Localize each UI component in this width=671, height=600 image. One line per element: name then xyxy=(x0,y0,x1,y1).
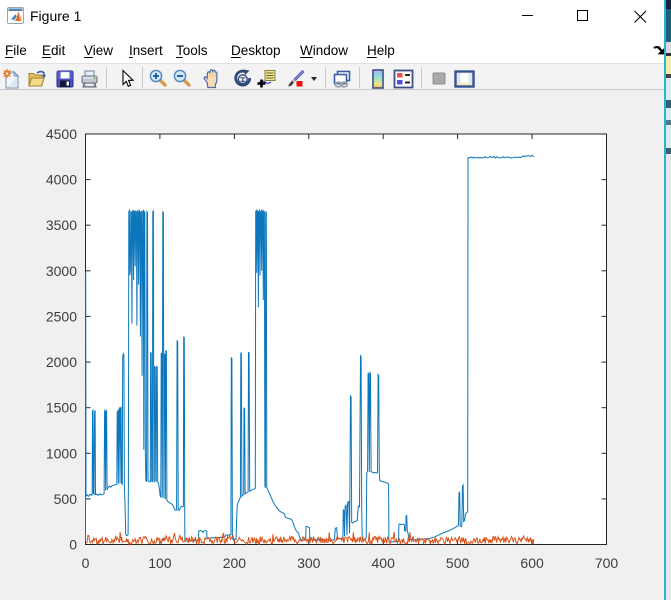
svg-text:4500: 4500 xyxy=(46,126,77,142)
svg-text:700: 700 xyxy=(595,555,619,571)
svg-text:100: 100 xyxy=(148,555,172,571)
svg-text:300: 300 xyxy=(297,555,321,571)
svg-text:4000: 4000 xyxy=(46,172,77,188)
svg-text:400: 400 xyxy=(372,555,396,571)
svg-text:1000: 1000 xyxy=(46,445,77,461)
svg-text:3000: 3000 xyxy=(46,263,77,279)
svg-text:0: 0 xyxy=(82,555,90,571)
svg-text:200: 200 xyxy=(223,555,247,571)
svg-text:500: 500 xyxy=(54,491,78,507)
svg-text:500: 500 xyxy=(446,555,470,571)
svg-text:1500: 1500 xyxy=(46,400,77,416)
svg-text:2500: 2500 xyxy=(46,308,77,324)
svg-text:600: 600 xyxy=(520,555,544,571)
svg-text:2000: 2000 xyxy=(46,354,77,370)
svg-text:3500: 3500 xyxy=(46,217,77,233)
svg-text:0: 0 xyxy=(69,537,77,553)
